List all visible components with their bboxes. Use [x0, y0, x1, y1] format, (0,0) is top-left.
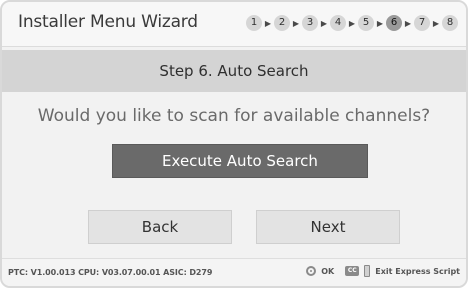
- step-4: 4: [330, 15, 346, 31]
- version-info: PTC: V1.00.013 CPU: V03.07.00.01 ASIC: D…: [8, 268, 213, 277]
- step-3: 3: [302, 15, 318, 31]
- installer-wizard-window: Installer Menu Wizard 1 ▶ 2 ▶ 3 ▶ 4 ▶ 5 …: [0, 0, 468, 288]
- exit-icon: [364, 265, 371, 277]
- step-arrow-icon: ▶: [404, 18, 412, 28]
- ok-label: OK: [321, 266, 335, 276]
- footer-controls: OK CC Exit Express Script: [306, 265, 460, 277]
- step-2: 2: [274, 15, 290, 31]
- header-bar: Installer Menu Wizard 1 ▶ 2 ▶ 3 ▶ 4 ▶ 5 …: [2, 2, 466, 47]
- exit-express-script-label: Exit Express Script: [375, 266, 460, 276]
- step-7: 7: [414, 15, 430, 31]
- step-6-active: 6: [386, 15, 402, 31]
- step-5: 5: [358, 15, 374, 31]
- step-indicator: 1 ▶ 2 ▶ 3 ▶ 4 ▶ 5 ▶ 6 ▶ 7 ▶ 8: [246, 15, 458, 31]
- back-button[interactable]: Back: [88, 210, 232, 244]
- step-arrow-icon: ▶: [376, 18, 384, 28]
- ok-circle-icon: [306, 266, 317, 276]
- scan-question: Would you like to scan for available cha…: [37, 106, 431, 126]
- cc-icon: CC: [345, 266, 360, 276]
- step-1: 1: [246, 15, 262, 31]
- step-8: 8: [442, 15, 458, 31]
- step-title: Step 6. Auto Search: [159, 62, 309, 80]
- step-title-bar: Step 6. Auto Search: [2, 50, 466, 92]
- footer-bar: PTC: V1.00.013 CPU: V03.07.00.01 ASIC: D…: [2, 258, 466, 286]
- step-arrow-icon: ▶: [348, 18, 356, 28]
- step-arrow-icon: ▶: [264, 18, 272, 28]
- wizard-title: Installer Menu Wizard: [18, 12, 198, 32]
- step-arrow-icon: ▶: [432, 18, 440, 28]
- execute-auto-search-button[interactable]: Execute Auto Search: [112, 144, 368, 178]
- step-arrow-icon: ▶: [292, 18, 300, 28]
- next-button[interactable]: Next: [256, 210, 400, 244]
- step-arrow-icon: ▶: [320, 18, 328, 28]
